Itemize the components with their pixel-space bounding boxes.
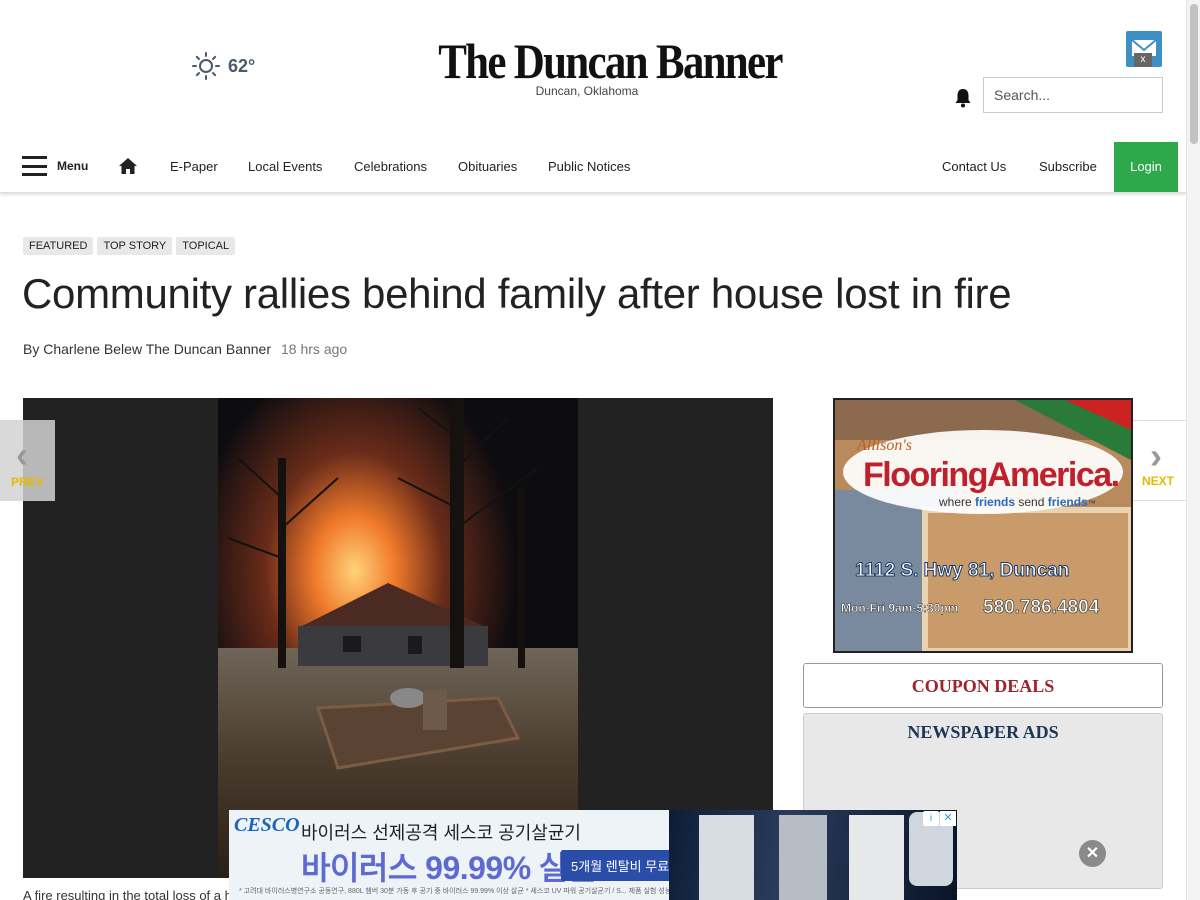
ad-phone: 580.786.4804 xyxy=(983,597,1100,618)
prev-article-button[interactable]: ‹ PREV xyxy=(0,420,55,501)
ad-brand: FlooringAmerica. xyxy=(863,456,1119,494)
nav-link-e-paper[interactable]: E-Paper xyxy=(170,142,218,193)
next-article-button[interactable]: › NEXT xyxy=(1132,420,1186,501)
ad-brand-small: Allison's xyxy=(856,437,912,454)
nav-link-public-notices[interactable]: Public Notices xyxy=(548,142,630,193)
sun-icon xyxy=(192,52,220,80)
tag-featured[interactable]: FEATURED xyxy=(23,237,94,255)
search-input[interactable] xyxy=(983,77,1163,113)
chevron-right-icon: › xyxy=(1150,435,1162,476)
chevron-left-icon: ‹ xyxy=(16,434,28,475)
nav-link-subscribe[interactable]: Subscribe xyxy=(1039,142,1097,193)
ad-line-1: 바이러스 선제공격 세스코 공기살균기 xyxy=(301,823,581,843)
ad-brand-cesco: CESCO xyxy=(234,814,300,836)
close-icon[interactable]: x xyxy=(1134,53,1152,67)
prev-label: PREV xyxy=(11,475,44,489)
tag-top-story[interactable]: TOP STORY xyxy=(97,237,173,255)
close-ad-icon[interactable]: ✕ xyxy=(1079,840,1106,867)
timestamp: 18 hrs ago xyxy=(281,341,348,357)
photo-caption: A fire resulting in the total loss of a … xyxy=(23,888,232,900)
notification-bell-icon[interactable] xyxy=(954,88,972,108)
adchoices-icon[interactable]: i xyxy=(923,811,939,826)
ad-close-icon[interactable]: ✕ xyxy=(940,811,956,826)
page-scrollbar[interactable] xyxy=(1186,0,1200,900)
main-nav: Menu E-Paper Local Events Celebrations O… xyxy=(0,142,1186,193)
site-header: 62° The Duncan Banner Duncan, Oklahoma x xyxy=(0,0,1186,140)
menu-label: Menu xyxy=(57,159,89,173)
nav-link-contact-us[interactable]: Contact Us xyxy=(942,142,1006,193)
house-fire-image xyxy=(218,398,578,878)
site-title: The Duncan Banner xyxy=(438,33,783,89)
nav-link-local-events[interactable]: Local Events xyxy=(248,142,322,193)
menu-button[interactable]: Menu xyxy=(22,156,88,176)
flooring-ad-graphic: Allison's FlooringAmerica. where friends… xyxy=(835,400,1131,651)
ad-product-image xyxy=(669,810,957,900)
nav-link-celebrations[interactable]: Celebrations xyxy=(354,142,427,193)
hamburger-icon xyxy=(22,156,47,176)
ad-hours: Mon-Fri 9am-5:30pm xyxy=(841,601,958,615)
article-tags: FEATURED TOP STORY TOPICAL xyxy=(23,237,236,255)
ad-line-2: 바이러스 99.99% 살균 xyxy=(301,850,597,886)
article-photo[interactable] xyxy=(218,398,578,878)
author-name[interactable]: By Charlene Belew The Duncan Banner xyxy=(23,341,271,357)
nav-link-obituaries[interactable]: Obituaries xyxy=(458,142,517,193)
next-label: NEXT xyxy=(1142,474,1175,488)
article-byline: By Charlene Belew The Duncan Banner 18 hr… xyxy=(23,341,347,357)
scrollbar-thumb[interactable] xyxy=(1190,4,1198,144)
bottom-banner-ad[interactable]: CESCO 바이러스 선제공격 세스코 공기살균기 바이러스 99.99% 살균… xyxy=(229,810,957,900)
newspaper-ads-label: NEWSPAPER ADS xyxy=(907,722,1059,742)
article-headline: Community rallies behind family after ho… xyxy=(22,270,1012,317)
temperature: 62° xyxy=(228,55,256,76)
flooring-america-ad[interactable]: Allison's FlooringAmerica. where friends… xyxy=(833,398,1133,653)
weather-widget[interactable]: 62° xyxy=(192,52,255,80)
coupon-deals-button[interactable]: COUPON DEALS xyxy=(803,663,1163,708)
home-icon[interactable] xyxy=(118,157,138,175)
login-button[interactable]: Login xyxy=(1114,142,1178,192)
tag-topical[interactable]: TOPICAL xyxy=(176,237,236,255)
site-logo[interactable]: The Duncan Banner Duncan, Oklahoma xyxy=(414,32,783,98)
ad-address: 1112 S. Hwy 81, Duncan xyxy=(855,560,1069,581)
ad-tagline: where friends send friends™ xyxy=(938,495,1096,509)
newsletter-mail-button[interactable]: x xyxy=(1126,31,1162,67)
article-photo-frame xyxy=(23,398,773,878)
